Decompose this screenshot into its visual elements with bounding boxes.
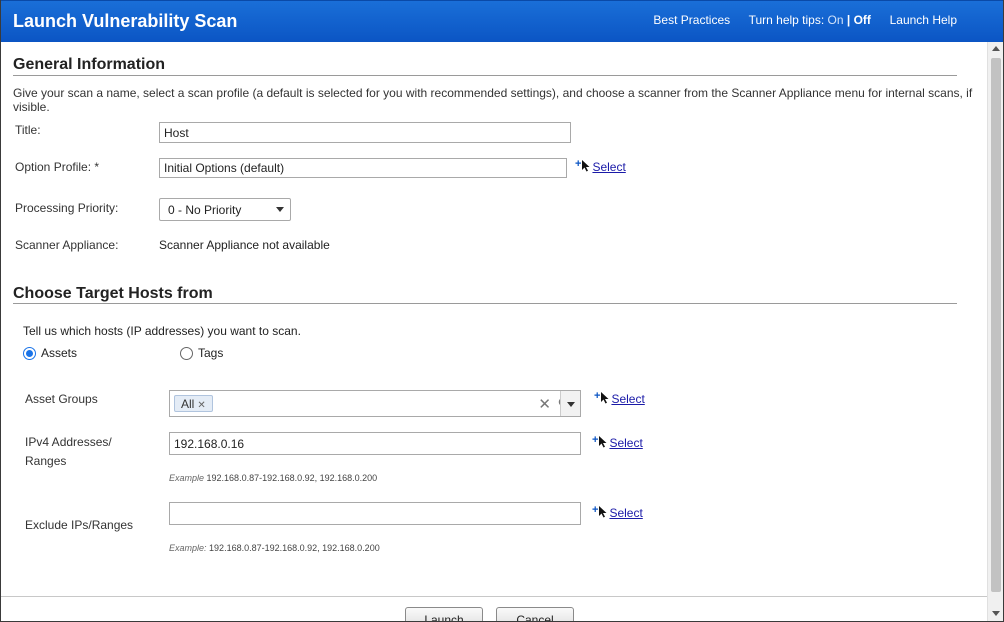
option-profile-select-text[interactable]: Select bbox=[592, 160, 625, 174]
title-input[interactable]: Host bbox=[159, 122, 571, 143]
ipv4-example-label: Example bbox=[169, 473, 205, 483]
general-description: Give your scan a name, select a scan pro… bbox=[13, 86, 973, 114]
option-profile-select-link[interactable]: + Select bbox=[575, 158, 626, 174]
scanner-label: Scanner Appliance: bbox=[15, 238, 119, 252]
ipv4-example-value: 192.168.0.87-192.168.0.92, 192.168.0.200 bbox=[206, 473, 378, 483]
exclude-input[interactable] bbox=[169, 502, 581, 525]
radio-tags-button[interactable] bbox=[180, 346, 193, 360]
launch-help-link[interactable]: Launch Help bbox=[890, 13, 957, 27]
help-tips-off-link[interactable]: Off bbox=[854, 13, 871, 27]
chevron-down-icon bbox=[276, 207, 284, 212]
cursor-icon bbox=[599, 506, 607, 518]
exclude-select-link[interactable]: + Select bbox=[592, 504, 643, 520]
radio-tags[interactable]: Tags bbox=[180, 346, 223, 360]
ipv4-label-line1: IPv4 Addresses/ bbox=[25, 435, 112, 449]
radio-assets-button[interactable] bbox=[23, 346, 36, 360]
targets-section-title: Choose Target Hosts from bbox=[13, 285, 213, 302]
priority-select[interactable]: 0 - No Priority bbox=[159, 198, 291, 221]
ipv4-select-text[interactable]: Select bbox=[609, 436, 642, 450]
help-tips-separator: | bbox=[846, 13, 851, 27]
ipv4-label-line2: Ranges bbox=[25, 454, 67, 468]
exclude-example-label: Example: bbox=[169, 543, 207, 553]
help-tips-label: Turn help tips: bbox=[748, 13, 825, 27]
header-links: Best Practices Turn help tips: On | Off … bbox=[653, 13, 957, 27]
ipv4-example: Example 192.168.0.87-192.168.0.92, 192.1… bbox=[169, 473, 377, 483]
asset-groups-select-text[interactable]: Select bbox=[611, 392, 644, 406]
scroll-down-icon[interactable] bbox=[992, 611, 1000, 616]
cancel-button[interactable]: Cancel bbox=[496, 607, 574, 621]
asset-group-chip: All ✕ bbox=[174, 395, 213, 412]
radio-assets-label: Assets bbox=[41, 346, 78, 360]
targets-divider bbox=[13, 303, 957, 304]
dialog-title: Launch Vulnerability Scan bbox=[13, 11, 238, 31]
ipv4-select-link[interactable]: + Select bbox=[592, 434, 643, 450]
dialog-footer: Launch Cancel bbox=[1, 596, 987, 621]
exclude-select-text[interactable]: Select bbox=[609, 506, 642, 520]
radio-tags-label: Tags bbox=[198, 346, 224, 360]
dialog-window: Launch Vulnerability Scan Best Practices… bbox=[0, 0, 1004, 622]
best-practices-link[interactable]: Best Practices bbox=[653, 13, 730, 27]
option-profile-input[interactable]: Initial Options (default) bbox=[159, 158, 567, 178]
option-profile-label: Option Profile: * bbox=[15, 160, 100, 174]
scrollbar-thumb[interactable] bbox=[991, 58, 1001, 592]
cursor-icon bbox=[599, 436, 607, 448]
exclude-example-value: 192.168.0.87-192.168.0.92, 192.168.0.200 bbox=[209, 543, 380, 553]
exclude-example: Example: 192.168.0.87-192.168.0.92, 192.… bbox=[169, 543, 380, 553]
targets-instruction: Tell us which hosts (IP addresses) you w… bbox=[23, 324, 301, 338]
cursor-icon bbox=[601, 392, 609, 404]
asset-group-chip-label: All bbox=[181, 397, 195, 411]
help-tips-on-link[interactable]: On bbox=[828, 13, 844, 27]
general-section-title: General Information bbox=[13, 56, 166, 73]
dialog-content: General Information Give your scan a nam… bbox=[1, 42, 987, 596]
scroll-up-icon[interactable] bbox=[992, 46, 1000, 51]
title-label: Title: bbox=[15, 123, 41, 137]
close-icon[interactable]: ✕ bbox=[538, 395, 551, 413]
launch-button[interactable]: Launch bbox=[405, 607, 483, 621]
priority-label: Processing Priority: bbox=[15, 201, 119, 215]
cursor-icon bbox=[582, 160, 590, 172]
exclude-label: Exclude IPs/Ranges bbox=[25, 518, 134, 532]
asset-groups-field[interactable]: All✕ ✕ ⟳ bbox=[169, 390, 581, 417]
asset-groups-select-link[interactable]: + Select bbox=[594, 390, 645, 406]
scanner-value: Scanner Appliance not available bbox=[159, 238, 330, 252]
vertical-scrollbar[interactable] bbox=[987, 42, 1003, 621]
chip-remove-icon[interactable]: ✕ bbox=[197, 400, 205, 411]
general-divider bbox=[13, 75, 957, 76]
ipv4-input[interactable]: 192.168.0.16 bbox=[169, 432, 581, 455]
radio-assets[interactable]: Assets bbox=[23, 346, 77, 360]
title-bar: Launch Vulnerability Scan Best Practices… bbox=[1, 0, 1003, 42]
asset-groups-label: Asset Groups bbox=[25, 392, 98, 406]
chevron-down-icon[interactable] bbox=[560, 391, 580, 416]
priority-value: 0 - No Priority bbox=[168, 203, 242, 217]
